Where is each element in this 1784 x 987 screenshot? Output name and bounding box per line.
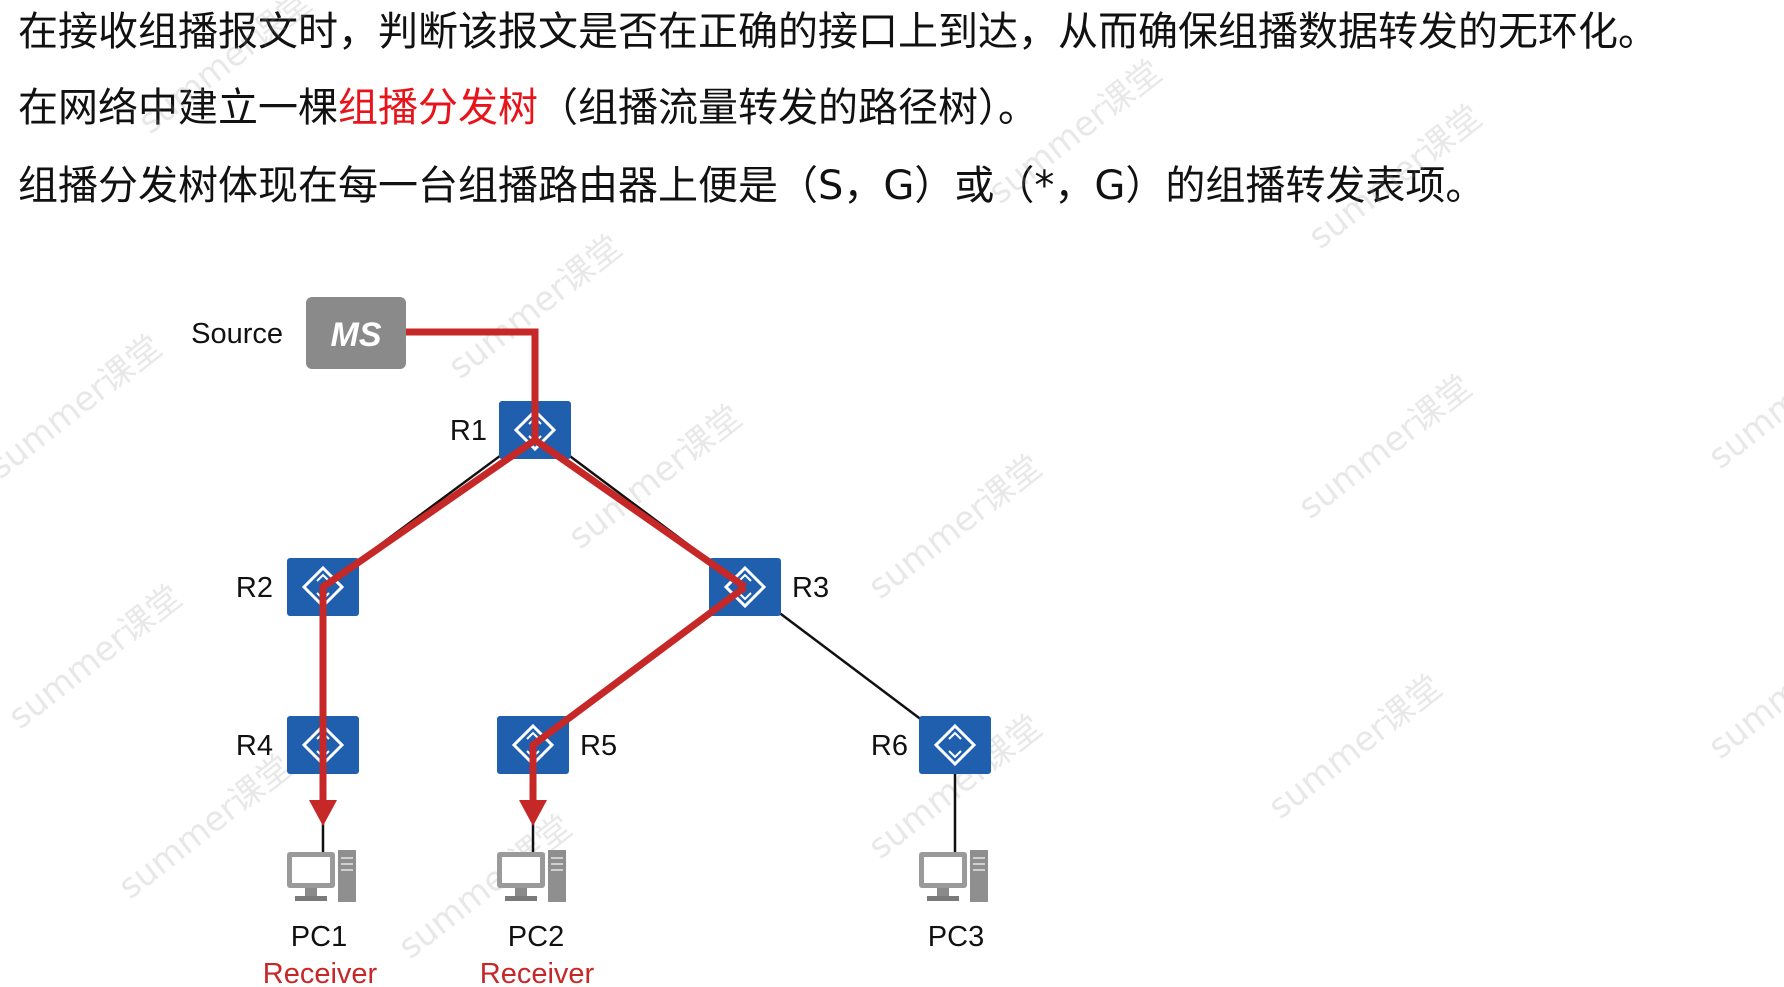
watermark: summer课堂 xyxy=(981,52,1170,212)
router-label: R4 xyxy=(236,730,273,762)
watermark: summer课堂 xyxy=(131,0,320,142)
pc3 xyxy=(918,849,989,903)
router-label: R5 xyxy=(580,730,617,762)
watermark: summer课堂 xyxy=(1701,607,1784,767)
links xyxy=(321,330,957,880)
watermark: summer课堂 xyxy=(111,747,300,907)
watermark: summer课堂 xyxy=(1,577,190,737)
arrow-head-icon xyxy=(309,800,337,826)
pc-label: PC3 xyxy=(928,921,984,953)
watermark: summer课堂 xyxy=(861,447,1050,607)
router-label: R1 xyxy=(450,415,487,447)
watermark: summer课堂 xyxy=(1701,317,1784,477)
watermark: summer课堂 xyxy=(1301,97,1490,257)
router-label: R6 xyxy=(871,730,908,762)
watermark: summer课堂 xyxy=(1291,367,1480,527)
router-icon xyxy=(917,714,993,776)
router-label: R3 xyxy=(792,572,829,604)
receiver-label: Receiver xyxy=(263,958,378,987)
multicast-tree-diagram: summer课堂 summer课堂 summer课堂 summer课堂 summ… xyxy=(0,0,1784,987)
pc-label: PC1 xyxy=(291,921,347,953)
router-r6 xyxy=(917,714,993,776)
pc-label: PC2 xyxy=(508,921,564,953)
tree-path-r1-r3 xyxy=(532,437,748,590)
tree-arrowheads xyxy=(309,800,547,826)
watermark: summer课堂 xyxy=(1261,667,1450,827)
watermark: summer课堂 xyxy=(0,327,170,487)
pc1 xyxy=(286,849,357,903)
receiver-label: Receiver xyxy=(480,958,595,987)
pc-icon xyxy=(918,849,989,903)
multicast-source: MS Source xyxy=(191,297,406,369)
source-label: Source xyxy=(191,318,283,350)
router-label: R2 xyxy=(236,572,273,604)
watermarks: summer课堂 summer课堂 summer课堂 summer课堂 summ… xyxy=(0,0,1784,967)
pc-icon xyxy=(286,849,357,903)
source-icon-text: MS xyxy=(331,316,382,354)
